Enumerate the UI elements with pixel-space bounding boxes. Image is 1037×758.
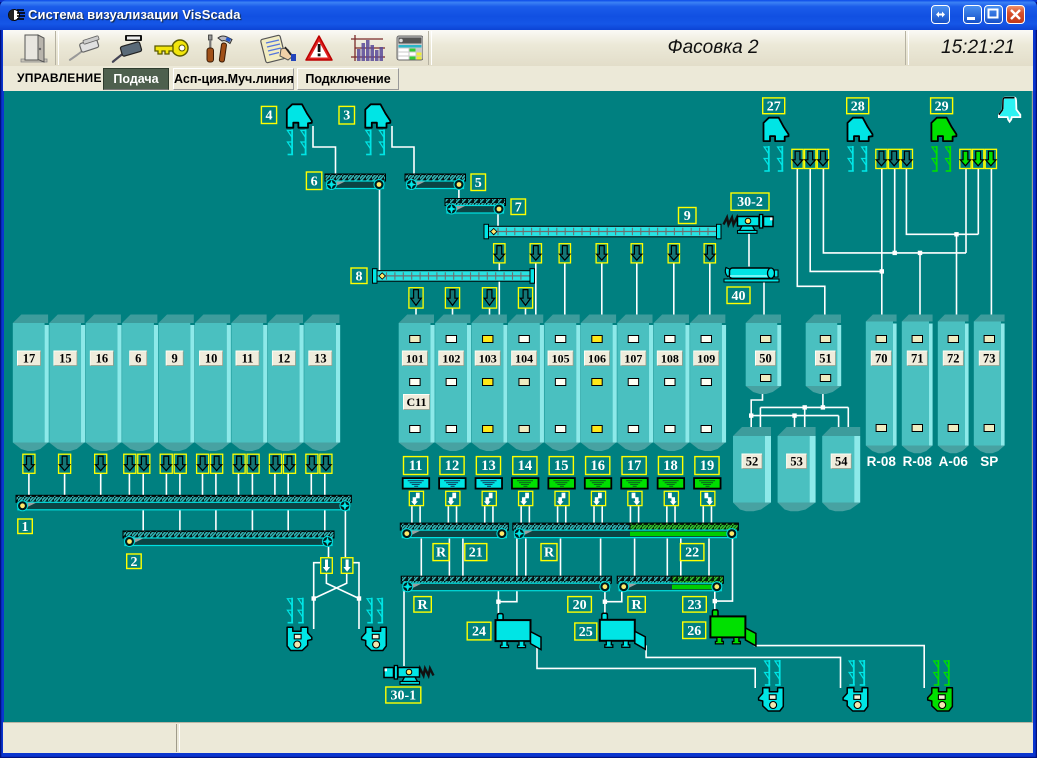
svg-text:25: 25 [579, 625, 593, 640]
svg-text:108: 108 [661, 351, 679, 365]
svg-text:6: 6 [135, 351, 141, 365]
svg-text:4: 4 [266, 108, 273, 123]
svg-text:21: 21 [469, 546, 483, 561]
svg-text:103: 103 [479, 351, 497, 365]
svg-text:9: 9 [172, 351, 178, 365]
svg-text:R-08: R-08 [867, 454, 897, 469]
svg-text:R: R [544, 546, 555, 561]
svg-text:24: 24 [472, 625, 486, 640]
svg-text:16: 16 [590, 458, 605, 474]
svg-text:R-08: R-08 [903, 454, 933, 469]
svg-text:1: 1 [22, 520, 29, 535]
svg-text:13: 13 [314, 351, 327, 365]
svg-text:9: 9 [684, 209, 691, 224]
svg-text:C11: C11 [406, 395, 426, 409]
svg-text:7: 7 [515, 200, 522, 215]
svg-text:11: 11 [409, 458, 423, 474]
svg-text:5: 5 [475, 176, 482, 191]
svg-text:15: 15 [59, 351, 72, 365]
svg-text:A-06: A-06 [939, 454, 969, 469]
svg-text:51: 51 [819, 351, 832, 365]
svg-text:73: 73 [983, 351, 996, 365]
svg-text:107: 107 [624, 351, 642, 365]
svg-text:106: 106 [588, 351, 606, 365]
svg-text:104: 104 [515, 351, 533, 365]
svg-text:11: 11 [242, 351, 254, 365]
svg-text:71: 71 [911, 351, 924, 365]
svg-text:29: 29 [935, 99, 949, 114]
svg-text:R: R [418, 598, 429, 613]
svg-text:30-2: 30-2 [737, 195, 763, 210]
svg-text:28: 28 [851, 99, 865, 114]
svg-text:12: 12 [278, 351, 291, 365]
svg-text:22: 22 [685, 546, 699, 561]
svg-text:2: 2 [130, 555, 137, 570]
svg-text:R: R [436, 546, 447, 561]
svg-text:23: 23 [688, 598, 702, 613]
svg-text:13: 13 [481, 458, 496, 474]
svg-text:40: 40 [732, 289, 746, 304]
svg-text:10: 10 [205, 351, 218, 365]
svg-text:105: 105 [552, 351, 570, 365]
svg-text:19: 19 [700, 458, 715, 474]
svg-text:54: 54 [835, 454, 848, 468]
svg-text:3: 3 [343, 109, 350, 124]
svg-text:SP: SP [980, 454, 998, 469]
svg-text:52: 52 [746, 454, 759, 468]
svg-text:109: 109 [697, 351, 715, 365]
svg-text:17: 17 [23, 351, 36, 365]
svg-text:16: 16 [96, 351, 109, 365]
svg-text:18: 18 [663, 458, 678, 474]
svg-text:12: 12 [445, 458, 460, 474]
svg-text:R: R [632, 598, 643, 613]
svg-text:17: 17 [627, 458, 642, 474]
svg-text:53: 53 [790, 454, 803, 468]
svg-text:72: 72 [947, 351, 960, 365]
svg-text:8: 8 [356, 269, 363, 284]
svg-text:102: 102 [442, 351, 460, 365]
svg-text:50: 50 [759, 351, 772, 365]
svg-text:26: 26 [687, 624, 701, 639]
svg-text:15: 15 [554, 458, 569, 474]
svg-text:30-1: 30-1 [390, 689, 416, 704]
svg-text:101: 101 [406, 351, 424, 365]
svg-text:27: 27 [767, 99, 781, 114]
svg-text:6: 6 [311, 174, 318, 189]
svg-text:14: 14 [518, 458, 533, 474]
svg-text:20: 20 [573, 598, 587, 613]
svg-text:70: 70 [875, 351, 888, 365]
